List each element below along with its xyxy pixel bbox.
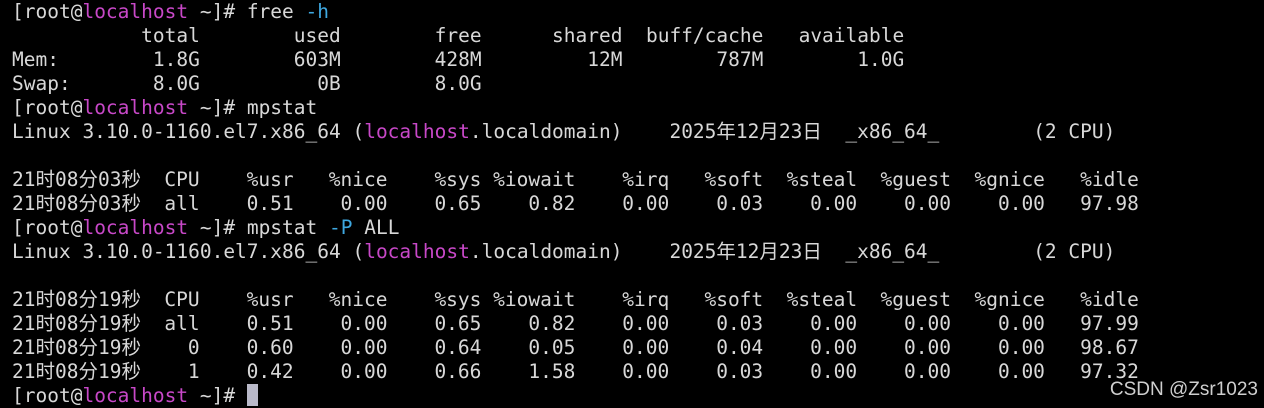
free-row-swap: Swap: 8.0G 0B 8.0G: [12, 72, 482, 95]
prompt-host: localhost: [82, 0, 189, 23]
text-cursor[interactable]: [246, 384, 258, 406]
prompt-line-active[interactable]: [root@localhost ~]#: [12, 384, 1264, 408]
free-row-mem: Mem: 1.8G 603M 428M 12M 787M 1.0G: [12, 48, 905, 71]
prompt-host: localhost: [82, 384, 189, 407]
prompt-user: [root@: [12, 384, 83, 407]
mpstat-header: 21时08分19秒 CPU %usr %nice %sys %iowait %i…: [12, 288, 1139, 311]
prompt-user: [root@: [12, 0, 83, 23]
watermark: CSDN @Zsr1023: [1109, 379, 1258, 400]
prompt-line: [root@localhost ~]# mpstat -P ALL: [12, 216, 1264, 240]
sysinfo-line: Linux 3.10.0-1160.el7.x86_64 (localhost.…: [12, 120, 1264, 144]
prompt-user: [root@: [12, 96, 83, 119]
sysinfo-line: Linux 3.10.0-1160.el7.x86_64 (localhost.…: [12, 240, 1264, 264]
mpstat-row: 21时08分19秒 0 0.60 0.00 0.64 0.05 0.00 0.0…: [12, 336, 1139, 359]
mpstat-row: 21时08分19秒 1 0.42 0.00 0.66 1.58 0.00 0.0…: [12, 360, 1139, 383]
sysinfo-kernel: Linux 3.10.0-1160.el7.x86_64 (: [12, 240, 365, 263]
sysinfo-host: localhost: [364, 120, 470, 143]
prompt-suffix: ~]#: [188, 96, 247, 119]
command-arg: ALL: [352, 216, 400, 239]
prompt-user: [root@: [12, 216, 83, 239]
free-header: total used free shared buff/cache availa…: [12, 24, 905, 47]
command-flag: -P: [317, 216, 353, 239]
command-name: mpstat: [246, 96, 318, 119]
prompt-line: [root@localhost ~]# free -h: [12, 0, 1264, 24]
mpstat-row: 21时08分03秒 all 0.51 0.00 0.65 0.82 0.00 0…: [12, 192, 1139, 215]
sysinfo-kernel: Linux 3.10.0-1160.el7.x86_64 (: [12, 120, 365, 143]
mpstat-row: 21时08分19秒 all 0.51 0.00 0.65 0.82 0.00 0…: [12, 312, 1139, 335]
prompt-suffix: ~]#: [188, 384, 247, 407]
command-flag: -h: [293, 0, 330, 23]
prompt-host: localhost: [82, 216, 189, 239]
mpstat-header: 21时08分03秒 CPU %usr %nice %sys %iowait %i…: [12, 168, 1139, 191]
command-name: mpstat: [246, 216, 318, 239]
sysinfo-rest: .localdomain) 2025年12月23日 _x86_64_ (2 CP…: [469, 240, 1116, 263]
command-name: free: [246, 0, 294, 23]
sysinfo-host: localhost: [364, 240, 470, 263]
terminal-window[interactable]: [root@localhost ~]# free -h total used f…: [0, 0, 1264, 408]
prompt-suffix: ~]#: [188, 0, 247, 23]
prompt-suffix: ~]#: [188, 216, 247, 239]
prompt-line: [root@localhost ~]# mpstat: [12, 96, 1264, 120]
prompt-host: localhost: [82, 96, 189, 119]
sysinfo-rest: .localdomain) 2025年12月23日 _x86_64_ (2 CP…: [469, 120, 1116, 143]
